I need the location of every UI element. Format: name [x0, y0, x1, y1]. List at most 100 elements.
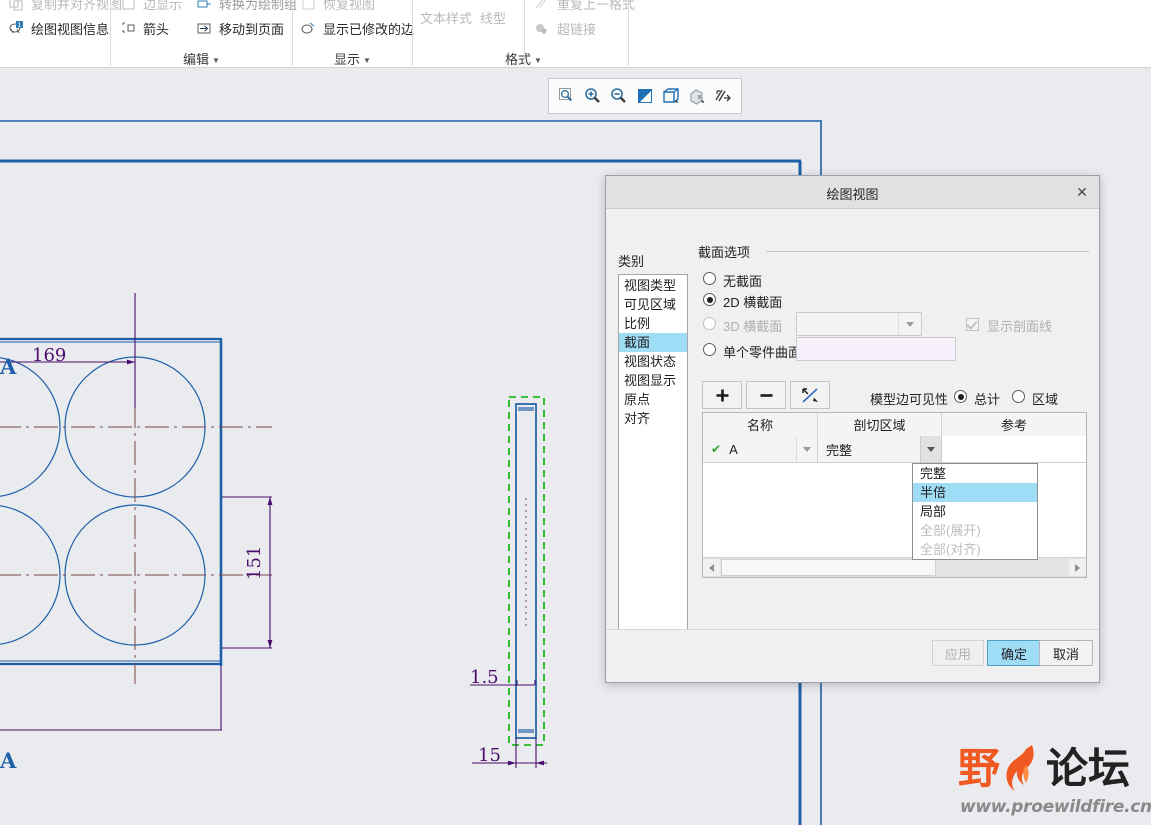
category-item-visible-area[interactable]: 可见区域: [619, 295, 687, 314]
section-options-group-rule: [766, 251, 1089, 252]
ribbon-group-edit[interactable]: 编辑 ▼: [183, 49, 220, 68]
cross-section-3d-combo[interactable]: [796, 312, 922, 336]
table-header-cut-area: 剖切区域: [818, 413, 942, 436]
ribbon-label: 重复上一格式: [557, 0, 636, 12]
ribbon-label: 箭头: [143, 22, 170, 37]
ribbon-item-line-style[interactable]: 线型: [480, 8, 506, 27]
ribbon-item-text-style[interactable]: 文本样式: [420, 8, 472, 27]
single-part-surface-input[interactable]: [796, 337, 956, 361]
repaint-icon[interactable]: [633, 83, 657, 108]
dropdown-option-half[interactable]: 半倍: [913, 483, 1037, 502]
dropdown-option-full[interactable]: 完整: [913, 464, 1037, 483]
repeat-format-icon: [534, 0, 551, 12]
chevron-down-icon: ▼: [534, 56, 542, 65]
watermark-url: www.proewildfire.cn: [960, 797, 1151, 817]
chevron-down-icon: ▼: [212, 56, 220, 65]
flip-arrows-button[interactable]: [790, 381, 830, 409]
ribbon-group-display[interactable]: 显示 ▼: [334, 49, 371, 68]
category-item-sections[interactable]: 截面: [619, 333, 687, 352]
ribbon-label: 移动到页面: [219, 22, 285, 37]
remove-section-button[interactable]: [746, 381, 786, 409]
table-header-row: 名称 剖切区域 参考: [703, 413, 1086, 437]
chevron-down-icon[interactable]: [898, 313, 921, 335]
watermark: 野 论坛 www.proewildfire.cn: [958, 743, 1151, 823]
section-arrow-label-a-top: A: [0, 354, 17, 379]
category-item-origin[interactable]: 原点: [619, 390, 687, 409]
dimension-151: 151: [244, 546, 265, 580]
convert-draft-icon: [196, 0, 213, 12]
table-cell-reference[interactable]: [942, 436, 1086, 463]
dimension-1-5: 1.5: [470, 667, 499, 688]
cancel-button[interactable]: 取消: [1039, 640, 1093, 666]
scrollbar-thumb[interactable]: [721, 559, 936, 576]
category-list[interactable]: 视图类型 可见区域 比例 截面 视图状态 视图显示 原点 对齐: [618, 274, 688, 649]
category-item-alignment[interactable]: 对齐: [619, 409, 687, 428]
saved-views-icon[interactable]: [685, 83, 709, 108]
watermark-brand-ye: 野: [958, 744, 1001, 793]
ribbon-item-convert-to-draft[interactable]: 转换为绘制组: [196, 0, 297, 13]
radio-model-edge-total[interactable]: [954, 390, 967, 403]
zoom-out-icon[interactable]: [607, 83, 631, 108]
ribbon-item-edge-display[interactable]: 边显示: [120, 0, 182, 13]
zoom-in-icon[interactable]: [581, 83, 605, 108]
table-cell-cut-area[interactable]: 完整: [818, 436, 942, 463]
minus-icon: [760, 393, 772, 397]
ribbon-item-move-to-sheet[interactable]: 移动到页面: [196, 19, 284, 38]
category-item-view-states[interactable]: 视图状态: [619, 352, 687, 371]
category-item-view-type[interactable]: 视图类型: [619, 276, 687, 295]
scroll-right-icon[interactable]: [1069, 559, 1086, 576]
ribbon-item-repeat-last-format[interactable]: 重复上一格式: [534, 0, 635, 13]
dimension-15: 15: [478, 745, 501, 766]
close-icon[interactable]: ✕: [1071, 181, 1093, 203]
dialog-titlebar: 绘图视图 ✕: [606, 176, 1099, 209]
table-cell-cut-area-value: 完整: [826, 442, 853, 458]
ribbon-group-label: 编辑: [183, 52, 210, 67]
apply-button[interactable]: 应用: [932, 640, 984, 666]
edge-display-icon: [120, 0, 137, 12]
radio-model-edge-area[interactable]: [1012, 390, 1025, 403]
ribbon-separator: [110, 0, 111, 66]
ribbon-label: 线型: [480, 11, 507, 26]
table-horizontal-scrollbar[interactable]: [703, 557, 1086, 577]
dropdown-option-all-unfold[interactable]: 全部(展开): [913, 521, 1037, 540]
dialog-body: 类别 视图类型 可见区域 比例 截面 视图状态 视图显示 原点 对齐 截面选项 …: [606, 209, 1099, 649]
ribbon-item-arrow[interactable]: 箭头: [120, 19, 169, 38]
view-toolbar[interactable]: [548, 78, 742, 114]
radio-single-part-surface[interactable]: [703, 343, 716, 356]
radio-3d-cross-section[interactable]: [703, 317, 716, 330]
chevron-down-icon[interactable]: [920, 436, 941, 462]
ok-button[interactable]: 确定: [987, 640, 1041, 666]
show-hatch-label: 显示剖面线: [987, 319, 1053, 334]
dropdown-option-all-aligned[interactable]: 全部(对齐): [913, 540, 1037, 559]
radio-2d-cross-section[interactable]: [703, 293, 716, 306]
zoom-window-icon[interactable]: [555, 83, 579, 108]
ribbon-item-copy-align-view[interactable]: 复制并对齐视图: [8, 0, 122, 13]
sections-table[interactable]: 名称 剖切区域 参考 ✔ A 完整 完整 半倍 局部 全部(展开) 全部(对齐): [702, 412, 1087, 578]
ribbon-item-hyperlink[interactable]: 超链接: [534, 19, 596, 38]
ribbon-label: 边显示: [143, 0, 183, 12]
orient-3d-icon[interactable]: [659, 83, 683, 108]
add-section-button[interactable]: [702, 381, 742, 409]
table-cell-name[interactable]: ✔ A: [703, 436, 818, 463]
display-style-icon[interactable]: [711, 83, 735, 108]
radio-model-edge-area-label: 区域: [1032, 392, 1059, 407]
radio-no-section-label: 无截面: [723, 274, 763, 289]
chevron-down-icon[interactable]: [796, 436, 817, 462]
radio-3d-cross-section-label: 3D 横截面: [723, 319, 783, 334]
ribbon-item-restore-view[interactable]: 恢复视图: [300, 0, 375, 13]
table-header-reference: 参考: [1000, 418, 1027, 433]
dropdown-option-local[interactable]: 局部: [913, 502, 1037, 521]
show-hatch-checkbox[interactable]: [966, 318, 979, 331]
radio-no-section[interactable]: [703, 272, 716, 285]
cut-area-dropdown-menu[interactable]: 完整 半倍 局部 全部(展开) 全部(对齐): [912, 463, 1038, 560]
drawing-view-dialog[interactable]: 绘图视图 ✕ 类别 视图类型 可见区域 比例 截面 视图状态 视图显示 原点 对…: [605, 175, 1100, 683]
ribbon-item-drawing-view-info[interactable]: 1 绘图视图信息: [8, 19, 109, 38]
category-item-view-display[interactable]: 视图显示: [619, 371, 687, 390]
ribbon-group-label: 显示: [334, 52, 361, 67]
ribbon-item-show-modified-edges[interactable]: 显示已修改的边: [300, 19, 414, 38]
drawing-view-info-icon: 1: [8, 20, 25, 37]
table-row[interactable]: ✔ A 完整: [703, 436, 1086, 463]
category-item-scale[interactable]: 比例: [619, 314, 687, 333]
scroll-left-icon[interactable]: [703, 559, 720, 576]
flame-icon: [1002, 743, 1050, 798]
